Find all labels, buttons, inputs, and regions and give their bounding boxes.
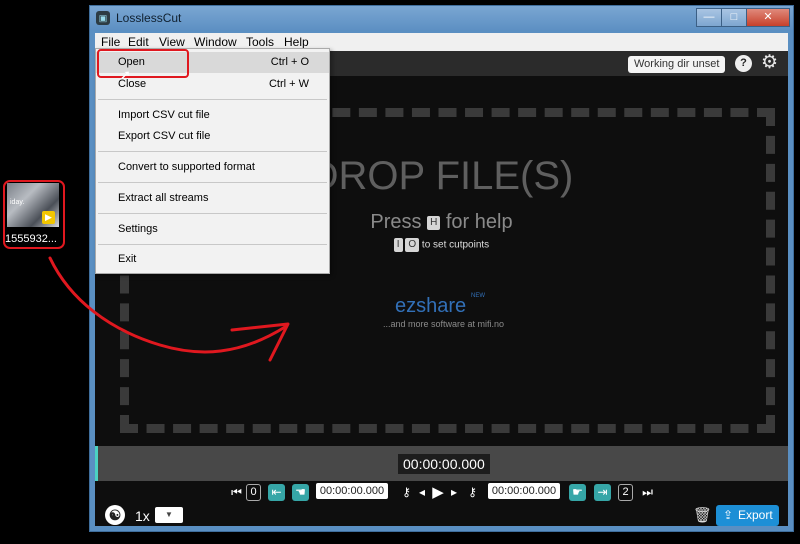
annotation-arrow-icon: [48, 256, 290, 362]
